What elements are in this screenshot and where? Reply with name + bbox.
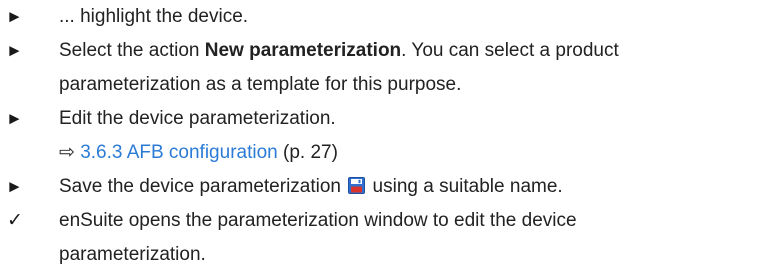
result-line: enSuite opens the parameterization windo… — [59, 210, 577, 231]
save-icon[interactable] — [348, 172, 366, 194]
step-text-suffix: . You can select a product — [401, 40, 619, 61]
arrow-bullet-icon: ► — [6, 41, 23, 60]
page-reference: (p. 27) — [283, 142, 338, 163]
step-line: ... highlight the device. — [59, 6, 249, 27]
step-line: Edit the device parameterization. — [59, 108, 336, 129]
arrow-bullet-icon: ► — [6, 177, 23, 196]
action-name: New parameterization — [204, 40, 402, 61]
result-line: parameterization. — [59, 244, 206, 265]
step-text: Edit the device parameterization. ⇨ 3.6.… — [59, 102, 759, 170]
step-text: ... highlight the device. — [59, 0, 759, 34]
result-text: enSuite opens the parameterization windo… — [59, 204, 759, 272]
step-text-prefix: Select the action — [59, 40, 205, 61]
step-text: Select the action New parameterization. … — [59, 34, 759, 102]
checkmark-icon: ✓ — [7, 210, 23, 231]
arrow-bullet-icon: ► — [6, 109, 23, 128]
reference-arrow-icon: ⇨ — [59, 142, 75, 163]
arrow-bullet-icon: ► — [6, 7, 23, 26]
step-text: Save the device parameterization using a… — [59, 170, 759, 204]
step-line: parameterization as a template for this … — [59, 74, 462, 95]
cross-reference-link[interactable]: 3.6.3 AFB configuration — [80, 142, 278, 163]
step-text-suffix: using a suitable name. — [367, 176, 563, 197]
step-text-prefix: Save the device parameterization — [59, 176, 347, 197]
